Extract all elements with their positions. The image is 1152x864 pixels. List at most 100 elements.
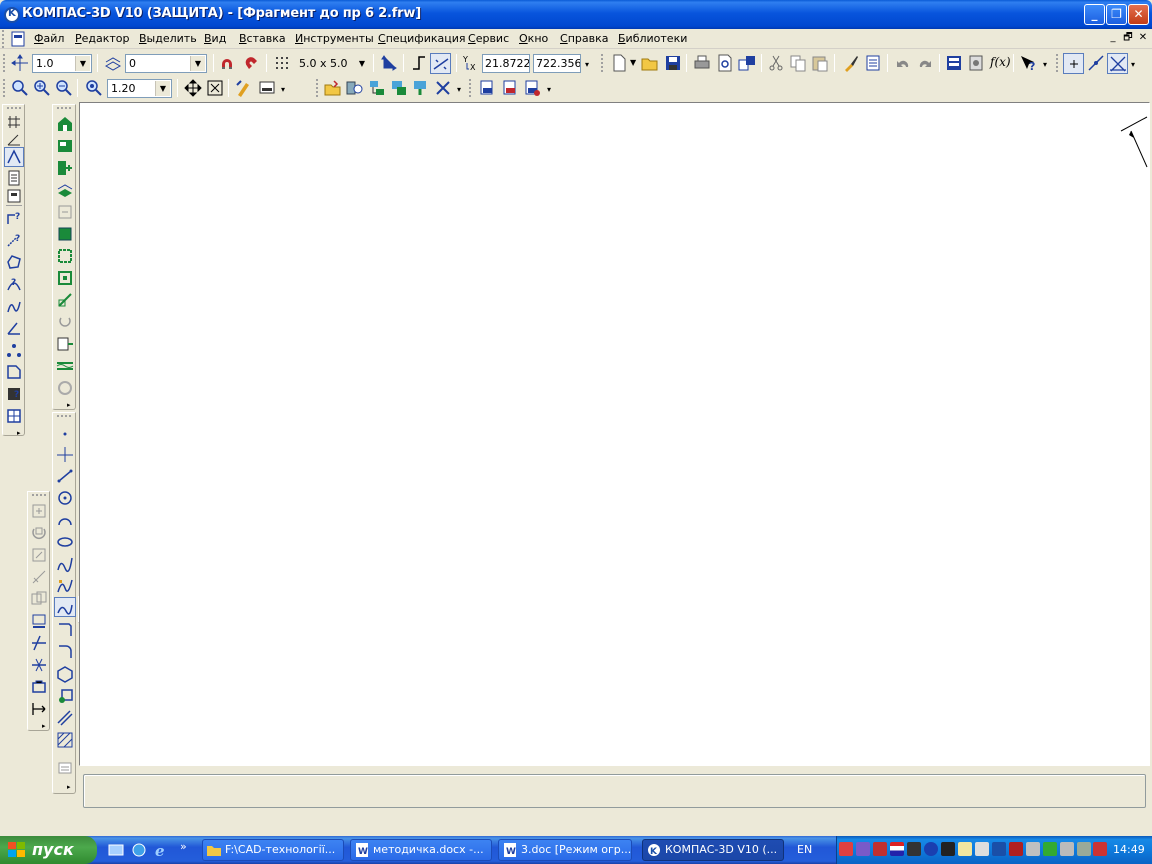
restore-button[interactable]: ❐ (1106, 4, 1127, 25)
open-folder-icon[interactable] (641, 54, 659, 72)
tray-monitor-icon[interactable] (941, 842, 955, 856)
edit-break-icon[interactable] (30, 656, 48, 674)
quicklaunch-desktop-icon[interactable] (108, 842, 124, 858)
panel-grip[interactable] (57, 107, 71, 110)
spline-icon[interactable] (56, 555, 74, 573)
clear-area-icon[interactable] (56, 379, 74, 397)
spec-object-icon[interactable] (5, 407, 23, 425)
menu-insert[interactable]: Вставка (239, 32, 286, 45)
mdi-minimize-button[interactable]: _ (1107, 32, 1119, 44)
circle-icon[interactable] (56, 489, 74, 507)
menu-file[interactable]: Файл (34, 32, 64, 45)
tray-network-icon[interactable] (856, 842, 870, 856)
auxiliary-line-icon[interactable] (56, 445, 74, 463)
zoom-out-icon[interactable] (55, 79, 73, 97)
param-icon[interactable]: ? (5, 209, 23, 227)
toolbar-overflow-chevron-icon[interactable]: ▾ (1131, 60, 1139, 72)
panel-grip[interactable] (32, 494, 46, 497)
equidistant-icon[interactable] (56, 709, 74, 727)
tray-keyboard-icon[interactable] (975, 842, 989, 856)
edit-mirror-icon[interactable] (30, 568, 48, 586)
tray-antivirus-icon[interactable] (839, 842, 853, 856)
show-all-icon[interactable] (206, 79, 224, 97)
zoom-in-icon[interactable] (33, 79, 51, 97)
quicklaunch-search-icon[interactable] (131, 842, 147, 858)
edit-rotate-icon[interactable] (30, 524, 48, 542)
hatch-icon[interactable] (56, 731, 74, 749)
quicklaunch-overflow-icon[interactable]: » (180, 840, 187, 853)
rotate-disabled-icon[interactable] (56, 313, 74, 331)
layer-copy-icon[interactable] (56, 181, 74, 199)
refresh-image-icon[interactable] (235, 79, 253, 97)
local-cs-icon[interactable] (380, 54, 398, 72)
menu-select[interactable]: Выделить (139, 32, 197, 45)
print-sheet-icon[interactable] (501, 79, 519, 97)
curve-measure-icon[interactable] (5, 297, 23, 315)
ortho-icon[interactable] (410, 54, 428, 72)
intersect-button[interactable] (1107, 53, 1128, 74)
toolbar-overflow-chevron-icon[interactable]: ▾ (585, 60, 593, 72)
start-button[interactable]: пуск (0, 836, 97, 864)
selection-icon[interactable] (5, 253, 23, 271)
break-icon[interactable] (56, 357, 74, 375)
close-button[interactable]: ✕ (1128, 4, 1149, 25)
scale-icon[interactable] (56, 225, 74, 243)
edit-scale-icon[interactable] (30, 546, 48, 564)
clock[interactable]: 14:49 (1113, 843, 1145, 856)
edit-trim-icon[interactable] (30, 634, 48, 652)
toolbar-grip[interactable] (316, 79, 319, 97)
editing-icon[interactable] (5, 187, 23, 205)
bezier-button[interactable] (54, 597, 76, 617)
line-point-icon[interactable] (1087, 54, 1105, 72)
library-search-icon[interactable] (346, 79, 364, 97)
chevron-down-icon[interactable]: ▼ (155, 81, 170, 96)
chevron-down-icon[interactable]: ▼ (190, 56, 205, 71)
grid-combo[interactable]: 5.0 x 5.0 ▼ (295, 54, 371, 73)
panel-grip[interactable] (7, 107, 21, 110)
arc-icon[interactable] (56, 511, 74, 529)
menu-view[interactable]: Вид (204, 32, 226, 45)
title-bar[interactable]: КОМПАС-3D V10 (ЗАЩИТА) - [Фрагмент до пр… (0, 0, 1152, 29)
panel-expand-icon[interactable]: ▸ (17, 429, 21, 437)
panel-expand-icon[interactable]: ▸ (42, 722, 46, 730)
mass-measure-icon[interactable]: ? (5, 385, 23, 403)
step-cursor-icon[interactable] (11, 54, 29, 72)
library-manager-icon[interactable] (967, 54, 985, 72)
points-measure-icon[interactable] (5, 341, 23, 359)
tray-update-icon[interactable] (1009, 842, 1023, 856)
snap-magnet-icon[interactable] (219, 54, 237, 72)
polygon-icon[interactable] (56, 665, 74, 683)
menu-tools[interactable]: Инструменты (295, 32, 374, 45)
menu-libraries[interactable]: Библиотеки (618, 32, 687, 45)
measure-icon[interactable]: ? (5, 231, 23, 249)
chevron-down-icon[interactable]: ▼ (75, 56, 90, 71)
layer-combo[interactable]: 0 ▼ (125, 54, 207, 73)
tray-network-status-icon[interactable] (1093, 842, 1107, 856)
toolbar-overflow-chevron-icon[interactable]: ▾ (457, 85, 461, 94)
menu-window[interactable]: Окно (519, 32, 548, 45)
move-icon[interactable] (56, 137, 74, 155)
fragment-library-icon[interactable] (324, 79, 342, 97)
segment-icon[interactable] (56, 467, 74, 485)
taskbar-item-explorer[interactable]: F:\CAD-технології... (202, 839, 344, 861)
library-attach-icon[interactable] (412, 79, 430, 97)
panel-expand-icon[interactable]: ▸ (67, 783, 71, 791)
minimize-button[interactable]: _ (1084, 4, 1105, 25)
help-pointer-icon[interactable]: ? (1019, 54, 1037, 72)
toolbar-grip[interactable] (1056, 54, 1059, 72)
new-document-icon[interactable] (610, 54, 628, 72)
coord-x-field[interactable]: 21.8722 (482, 54, 530, 73)
menu-grip[interactable] (2, 30, 5, 48)
fillet-icon[interactable] (56, 643, 74, 661)
toolbar-grip[interactable] (3, 54, 6, 72)
drawing-canvas[interactable] (79, 102, 1150, 766)
new-dropdown-chevron-icon[interactable]: ▼ (630, 58, 636, 67)
cursor-button[interactable] (1063, 53, 1084, 74)
toolbar-overflow-chevron-icon[interactable]: ▾ (281, 85, 285, 94)
taskbar-item-kompas[interactable]: K КОМПАС-3D V10 (... (642, 839, 784, 861)
copy-objects-icon[interactable] (56, 159, 74, 177)
grid-icon[interactable] (273, 54, 291, 72)
tray-shield-icon[interactable] (992, 842, 1006, 856)
print-fragment-icon[interactable] (478, 79, 496, 97)
undo-icon[interactable] (894, 54, 912, 72)
